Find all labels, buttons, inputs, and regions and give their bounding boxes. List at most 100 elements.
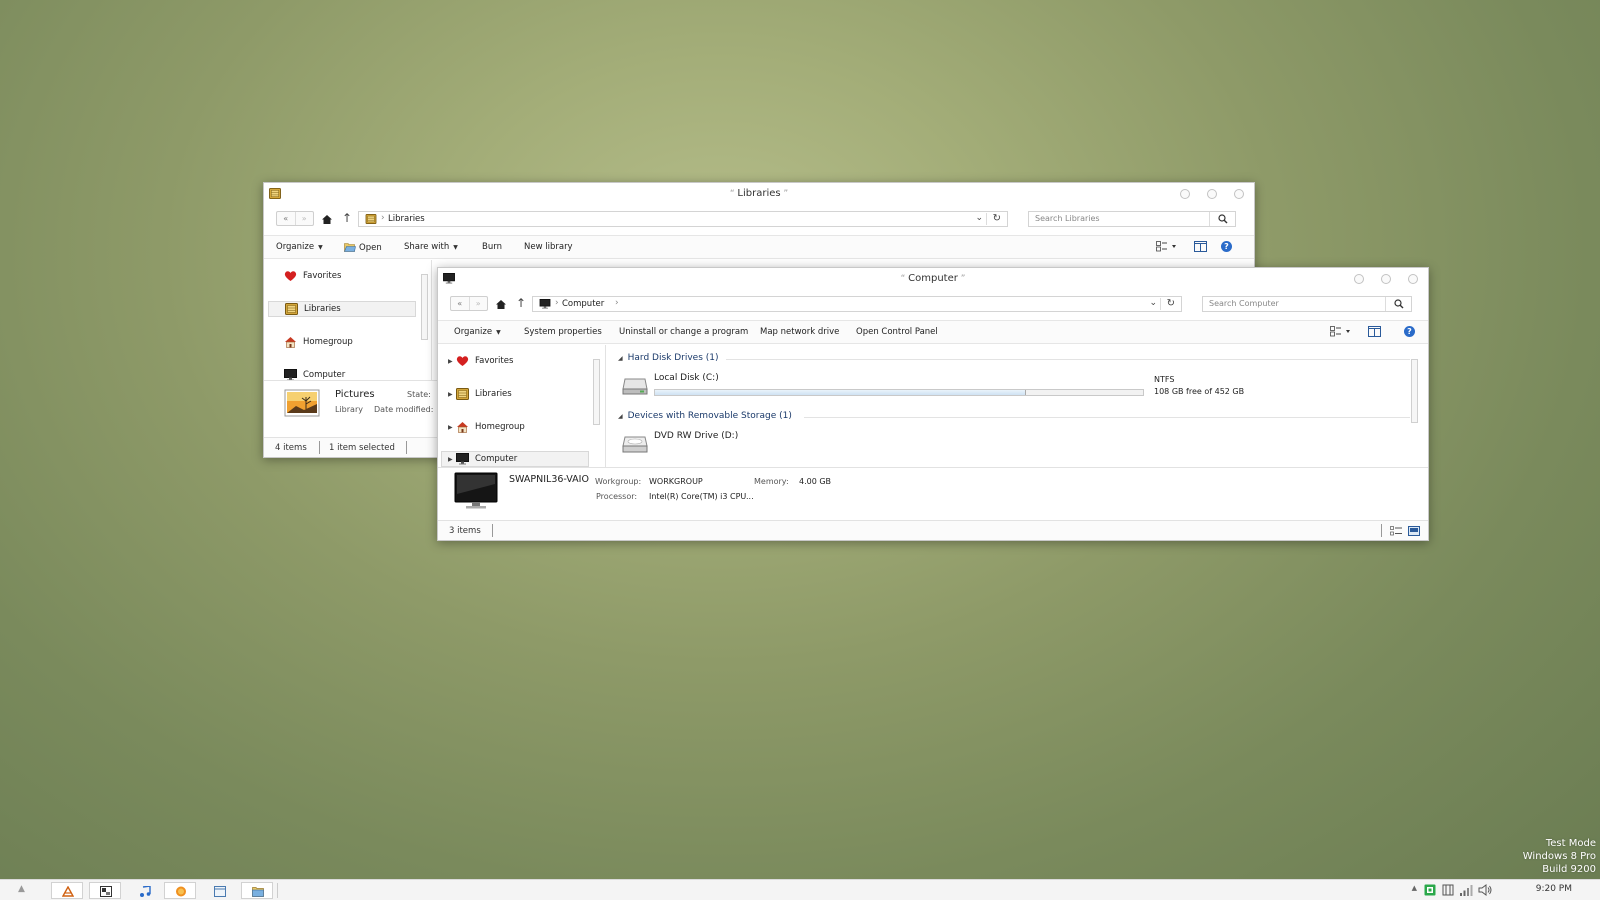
refresh-icon[interactable]: ↻ [993,213,1001,224]
search-input[interactable]: Search Libraries [1028,211,1236,227]
nav-item-favorites[interactable]: ▶ Favorites [448,353,513,369]
search-button[interactable] [1209,212,1235,226]
maximize-button[interactable] [1381,274,1391,284]
library-icon [285,303,298,315]
close-button[interactable] [1234,189,1244,199]
computer-titlebar[interactable]: “ Computer ” [438,268,1428,290]
preview-pane-button[interactable] [1368,326,1381,340]
organize-button[interactable]: Organize ▼ [276,242,323,252]
burn-button[interactable]: Burn [482,242,502,252]
expand-arrow-icon[interactable]: ▶ [448,424,456,431]
homegroup-icon [284,336,297,348]
forward-button[interactable]: » [468,297,488,310]
close-button[interactable] [1408,274,1418,284]
map-network-drive-button[interactable]: Map network drive [760,327,839,337]
nav-scrollbar[interactable] [593,359,600,425]
taskbar-app-paint[interactable] [51,882,83,899]
chevron-down-icon[interactable]: ⌄ [1149,298,1157,308]
help-icon: ? [1404,326,1415,337]
taskbar-app-music[interactable] [128,882,160,899]
tray-app-green-icon[interactable] [1424,884,1436,896]
large-icons-view-icon[interactable] [1408,526,1420,536]
taskbar-app-browser[interactable] [164,882,196,899]
nav-item-homegroup[interactable]: ▶ Homegroup [448,419,525,435]
up-arrow-icon[interactable]: ↑ [342,212,352,224]
pictures-library-icon [284,389,320,417]
dropdown-arrow-icon: ▼ [318,244,323,251]
drive-c-usage-fill [655,390,1026,395]
uninstall-program-button[interactable]: Uninstall or change a program [619,327,748,337]
minimize-button[interactable] [1354,274,1364,284]
share-with-button[interactable]: Share with ▼ [404,242,458,252]
tray-device-icon[interactable] [1442,884,1454,896]
view-options-button[interactable] [1156,241,1178,255]
search-icon [1394,299,1404,309]
details-memory: 4.00 GB [799,477,832,486]
content-scrollbar[interactable] [1411,359,1418,423]
taskbar-app-file-explorer[interactable] [241,882,273,899]
view-options-button[interactable] [1330,326,1352,340]
library-icon [365,214,377,224]
libraries-navigation-pane: Favorites Libraries Homegroup Computer [264,260,432,380]
taskbar-app-explorer-window[interactable] [203,882,235,899]
address-bar[interactable]: › Computer › ⌄ ↻ [532,296,1182,312]
nav-item-libraries[interactable]: Libraries [268,301,416,317]
computer-window[interactable]: “ Computer ” « » ↑ › Computer › ⌄ ↻ Sear… [437,267,1429,541]
expand-arrow-icon[interactable]: ▶ [448,358,456,365]
local-disk-c[interactable]: Local Disk (C:) [654,373,1154,403]
drive-d-name[interactable]: DVD RW Drive (D:) [654,431,738,441]
open-button[interactable]: Open [344,242,382,253]
status-selected-count: 1 item selected [329,443,395,453]
nav-scrollbar[interactable] [421,274,428,340]
nav-item-homegroup[interactable]: Homegroup [278,334,353,350]
libraries-titlebar[interactable]: “ Libraries ” [264,183,1254,205]
network-signal-icon[interactable] [1459,884,1473,896]
nav-item-computer[interactable]: ▶ Computer [441,451,589,467]
volume-icon[interactable] [1478,884,1492,896]
up-arrow-icon[interactable]: ↑ [516,297,526,309]
search-input[interactable]: Search Computer [1202,296,1412,312]
home-icon[interactable] [322,215,332,224]
back-button[interactable]: « [277,212,295,225]
new-library-button[interactable]: New library [524,242,573,252]
group-hard-disk-drives[interactable]: ◢ Hard Disk Drives (1) [618,353,719,363]
search-button[interactable] [1385,297,1411,311]
preview-pane-button[interactable] [1194,241,1207,255]
collapse-arrow-icon[interactable]: ◢ [618,413,623,420]
details-view-icon[interactable] [1390,526,1402,536]
system-properties-button[interactable]: System properties [524,327,602,337]
drive-c-usage-bar [654,389,1144,396]
back-button[interactable]: « [451,297,469,310]
computer-details-pane: SWAPNIL36-VAIO Workgroup: WORKGROUP Memo… [438,467,1428,520]
home-icon[interactable] [496,300,506,309]
taskbar-clock[interactable]: 9:20 PM [1536,884,1572,894]
details-memory-label: Memory: [754,477,789,486]
homegroup-icon [456,421,469,433]
address-bar[interactable]: › Libraries ⌄ ↻ [358,211,1008,227]
chevron-down-icon[interactable]: ⌄ [975,213,983,223]
organize-button[interactable]: Organize ▼ [454,327,501,337]
help-button[interactable]: ? [1404,326,1415,337]
expand-arrow-icon[interactable]: ▶ [448,391,456,398]
open-control-panel-button[interactable]: Open Control Panel [856,327,938,337]
address-text: Libraries [388,214,425,224]
tray-overflow-arrow-icon[interactable]: ▲ [1412,884,1417,892]
browser-globe-icon [176,886,186,897]
nav-item-libraries[interactable]: ▶ Libraries [448,386,512,402]
nav-item-computer[interactable]: Computer [278,367,345,380]
maximize-button[interactable] [1207,189,1217,199]
collapse-arrow-icon[interactable]: ◢ [618,355,623,362]
minimize-button[interactable] [1180,189,1190,199]
start-arrow-icon[interactable]: ▲ [18,884,25,894]
forward-button[interactable]: » [294,212,314,225]
group-removable-storage[interactable]: ◢ Devices with Removable Storage (1) [618,411,792,421]
drive-c-filesystem: NTFS [1154,375,1175,384]
dropdown-arrow-icon: ▼ [453,244,458,251]
taskbar-app-screen[interactable] [89,882,121,899]
details-workgroup: WORKGROUP [649,477,703,486]
expand-arrow-icon[interactable]: ▶ [448,456,456,463]
refresh-icon[interactable]: ↻ [1167,298,1175,309]
nav-item-favorites[interactable]: Favorites [278,268,341,284]
help-button[interactable]: ? [1221,241,1232,252]
heart-icon [456,355,469,367]
